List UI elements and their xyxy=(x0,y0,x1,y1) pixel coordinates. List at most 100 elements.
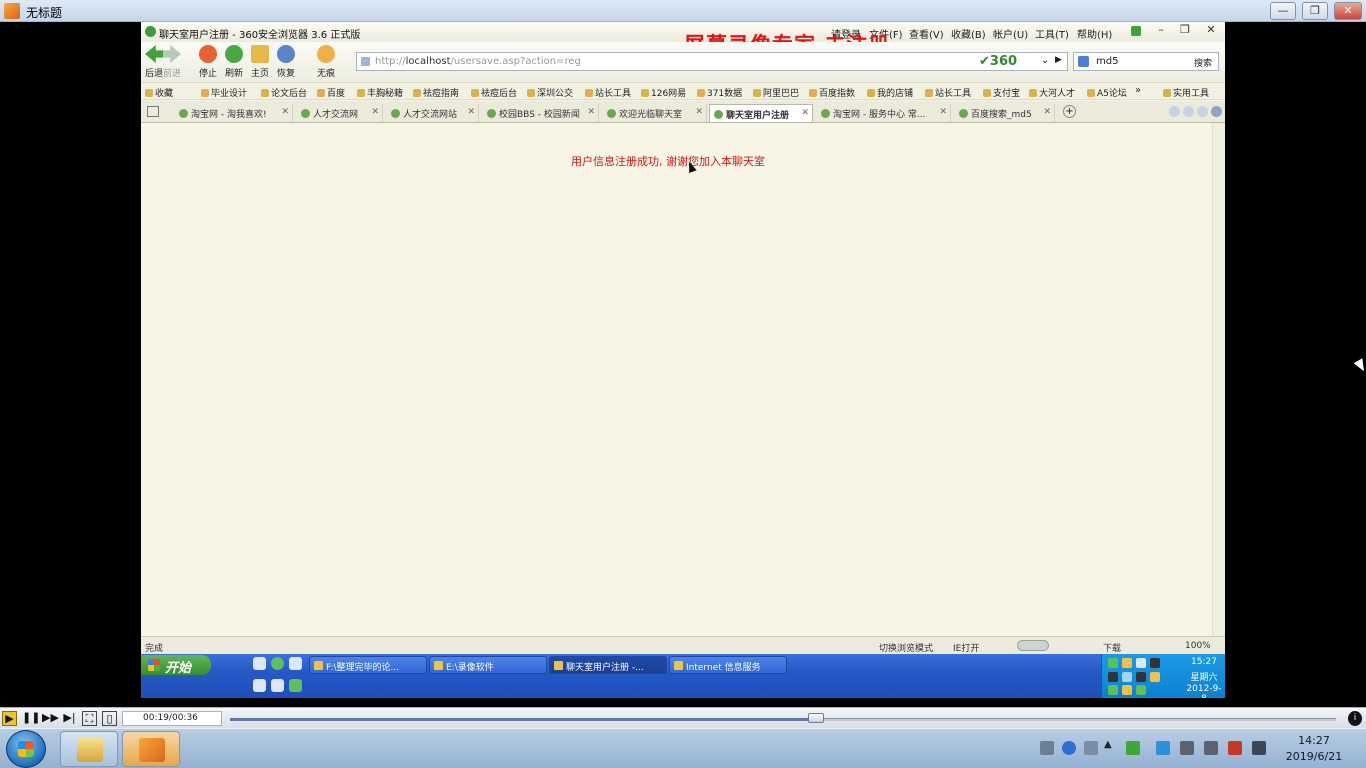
fav-item[interactable]: 百度 xyxy=(317,86,345,99)
tab-close-icon[interactable]: ✕ xyxy=(281,107,289,117)
fav-item[interactable]: 深圳公交 xyxy=(527,86,573,99)
search-button[interactable]: 搜索 xyxy=(1194,56,1212,69)
fav-item[interactable]: 我的店铺 xyxy=(867,86,913,99)
help-icon[interactable] xyxy=(1062,741,1076,755)
fav-item[interactable]: 371数据 xyxy=(697,86,742,99)
favorites-more-button[interactable]: » xyxy=(1135,85,1141,96)
tab-chat-welcome[interactable]: 欢迎光临聊天室 ✕ xyxy=(603,104,707,122)
quicklaunch-icon[interactable] xyxy=(253,679,266,692)
recorder-taskbar-button[interactable] xyxy=(122,731,180,767)
fav-item[interactable]: 大河人才 xyxy=(1029,86,1075,99)
tab-scroll-right-icon[interactable] xyxy=(1183,106,1194,117)
tab-chat-register[interactable]: 聊天室用户注册 ✕ xyxy=(709,104,813,122)
close-button[interactable]: ✕ xyxy=(1334,2,1362,20)
xp-task-iis[interactable]: Internet 信息服务 xyxy=(669,656,787,674)
menu-tools[interactable]: 工具(T) xyxy=(1035,26,1069,41)
fav-item[interactable]: 祛痘后台 xyxy=(471,86,517,99)
tray-icon[interactable] xyxy=(1108,672,1118,682)
tab-close-icon[interactable]: ✕ xyxy=(1043,107,1051,117)
fav-item[interactable]: 论文后台 xyxy=(261,86,307,99)
shirt-skin-icon[interactable] xyxy=(1131,26,1141,36)
address-dropdown-icon[interactable]: ⌄ xyxy=(1041,55,1049,66)
forward-button[interactable]: 前进 xyxy=(159,45,185,79)
fav-item[interactable]: 站长工具 xyxy=(925,86,971,99)
search-box[interactable]: md5 搜索 xyxy=(1073,52,1219,71)
tray-icon[interactable] xyxy=(1136,658,1146,668)
tab-taobao-service[interactable]: 淘宝网 - 服务中心 常... ✕ xyxy=(817,104,951,122)
tray-icon[interactable] xyxy=(1122,685,1132,695)
browser-restore-button[interactable]: ❐ xyxy=(1175,24,1195,38)
zoom-level[interactable]: 100% xyxy=(1185,641,1211,651)
fav-item[interactable]: 毕业设计 xyxy=(201,86,247,99)
tray-icon[interactable] xyxy=(1126,741,1140,755)
signal-icon[interactable] xyxy=(1252,741,1266,755)
tray-icon[interactable] xyxy=(1150,672,1160,682)
tray-icon[interactable] xyxy=(1180,741,1194,755)
quicklaunch-icon[interactable] xyxy=(271,657,284,670)
switch-mode-button[interactable]: 切换浏览模式 xyxy=(879,641,933,654)
tab-close-icon[interactable]: ✕ xyxy=(801,108,809,118)
tab-close-icon[interactable]: ✕ xyxy=(939,107,947,117)
tray-icon[interactable] xyxy=(1122,658,1132,668)
fav-item[interactable]: 祛痘指南 xyxy=(413,86,459,99)
fav-item[interactable]: 站长工具 xyxy=(585,86,631,99)
menu-view[interactable]: 查看(V) xyxy=(909,26,944,41)
search-input[interactable]: md5 xyxy=(1096,56,1118,67)
go-icon[interactable]: ▶ xyxy=(1055,55,1062,65)
info-icon[interactable]: i xyxy=(1348,711,1362,726)
tab-scroll-left-icon[interactable] xyxy=(1169,106,1180,117)
browser-minimize-button[interactable]: – xyxy=(1151,24,1171,38)
next-frame-button[interactable]: ▶| xyxy=(62,711,77,726)
ie-open-button[interactable]: IE打开 xyxy=(953,641,979,654)
tab-talent-site[interactable]: 人才交流网站 ✕ xyxy=(387,104,479,122)
tab-close-icon[interactable]: ✕ xyxy=(467,107,475,117)
tray-icon[interactable] xyxy=(1122,672,1132,682)
minimize-button[interactable]: — xyxy=(1270,2,1296,20)
fit-window-button[interactable]: ▯ xyxy=(102,711,117,726)
tab-taobao[interactable]: 淘宝网 - 淘我喜欢! ✕ xyxy=(175,104,293,122)
fav-item[interactable]: 支付宝 xyxy=(983,86,1020,99)
quicklaunch-icon[interactable] xyxy=(289,657,302,670)
vertical-scrollbar[interactable] xyxy=(1212,123,1225,636)
close-all-tabs-icon[interactable] xyxy=(1211,106,1222,117)
explorer-taskbar-button[interactable] xyxy=(60,731,118,767)
fav-item[interactable]: 126网易 xyxy=(641,86,686,99)
tray-icon[interactable] xyxy=(1108,658,1118,668)
download-button[interactable]: 下载 xyxy=(1103,641,1121,654)
xp-start-button[interactable]: 开始 xyxy=(141,655,211,676)
play-button[interactable]: ▶ xyxy=(2,711,17,726)
tab-campus-bbs[interactable]: 校园BBS - 校园新闻 ✕ xyxy=(483,104,599,122)
menu-help[interactable]: 帮助(H) xyxy=(1077,26,1112,41)
tab-close-icon[interactable]: ✕ xyxy=(587,107,595,117)
incognito-button[interactable]: 无痕 xyxy=(313,45,339,79)
tray-icon[interactable] xyxy=(1084,741,1098,755)
tab-baidu-md5[interactable]: 百度搜索_md5 ✕ xyxy=(955,104,1055,122)
utilities-menu[interactable]: 实用工具 xyxy=(1163,86,1209,99)
toggle-icon[interactable] xyxy=(1017,640,1049,651)
tray-icon[interactable] xyxy=(1108,685,1118,695)
tab-menu-icon[interactable] xyxy=(1197,106,1208,117)
menu-favorites[interactable]: 收藏(B) xyxy=(951,26,986,41)
favorites-menu[interactable]: 收藏 xyxy=(145,86,173,99)
home-button[interactable]: 主页 xyxy=(247,45,273,79)
xp-task-browser[interactable]: 聊天室用户注册 -... xyxy=(549,656,667,674)
network-icon[interactable] xyxy=(1228,741,1242,755)
tray-icon[interactable] xyxy=(1150,658,1160,668)
win7-clock[interactable]: 14:27 2019/6/21 xyxy=(1284,733,1344,765)
tray-icon[interactable] xyxy=(1136,672,1146,682)
new-tab-button[interactable]: + xyxy=(1063,105,1076,118)
restore-button[interactable]: 恢复 xyxy=(273,45,299,79)
show-hidden-icons[interactable]: ▲ xyxy=(1104,739,1112,750)
quicklaunch-icon[interactable] xyxy=(271,679,284,692)
seek-thumb[interactable] xyxy=(808,713,825,723)
fullscreen-button[interactable]: ⛶ xyxy=(82,711,97,726)
browser-close-button[interactable]: ✕ xyxy=(1201,24,1221,38)
fast-forward-button[interactable]: ▶▶ xyxy=(42,711,59,726)
menu-account[interactable]: 帐户(U) xyxy=(993,26,1028,41)
maximize-button[interactable]: ❐ xyxy=(1302,2,1328,20)
quicklaunch-icon[interactable] xyxy=(289,679,302,692)
win7-start-orb[interactable] xyxy=(6,730,46,768)
tab-close-icon[interactable]: ✕ xyxy=(371,107,379,117)
fav-item[interactable]: 丰胸秘籍 xyxy=(357,86,403,99)
stop-button[interactable]: 停止 xyxy=(195,45,221,79)
